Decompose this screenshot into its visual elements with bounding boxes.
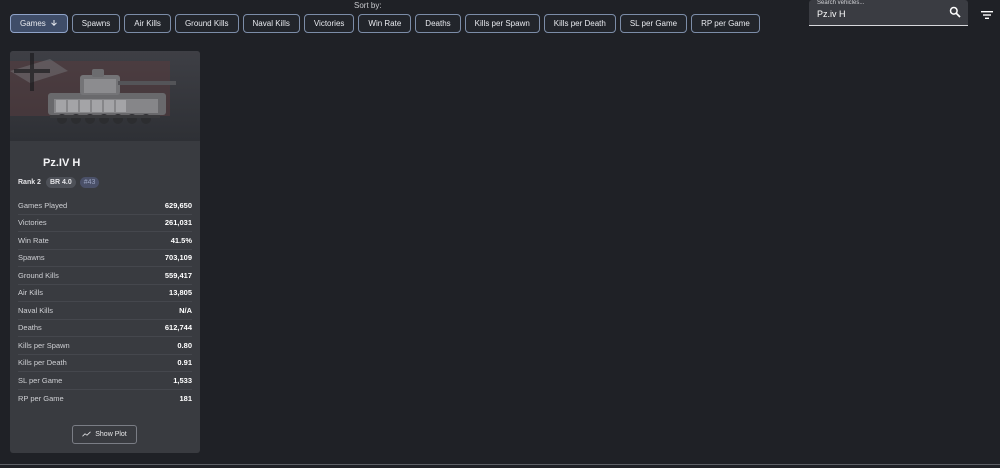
stat-value: 629,650 [164, 200, 192, 210]
sort-chip-label: Kills per Spawn [474, 19, 530, 28]
stat-value: 0.80 [177, 340, 192, 350]
stat-row-win-rate: Win Rate 41.5% [18, 232, 192, 250]
sort-chip-kills-per-spawn[interactable]: Kills per Spawn [464, 14, 540, 33]
show-plot-label: Show Plot [95, 431, 127, 438]
sort-chip-label: Kills per Death [553, 19, 606, 28]
bottom-divider [0, 464, 1000, 465]
stat-label: Kills per Spawn [18, 340, 70, 350]
sort-chip-win-rate[interactable]: Win Rate [358, 14, 412, 33]
vehicle-image [10, 51, 200, 141]
filter-icon[interactable] [980, 8, 994, 20]
stat-value: 703,109 [164, 253, 192, 263]
stat-value: 181 [179, 393, 192, 403]
search-icon[interactable] [949, 5, 961, 18]
stat-label: Deaths [18, 323, 42, 333]
sort-chip-deaths[interactable]: Deaths [415, 14, 461, 33]
vehicle-card: Pz.IV H Rank 2 BR 4.0 #43 Games Played 62… [10, 51, 200, 453]
stat-label: Spawns [18, 253, 45, 263]
sort-chip-ground-kills[interactable]: Ground Kills [174, 14, 239, 33]
stat-label: Air Kills [18, 288, 44, 298]
show-plot-button[interactable]: Show Plot [72, 425, 137, 444]
stat-row-rp-per-game: RP per Game 181 [18, 390, 192, 408]
stat-value: 41.5% [170, 235, 192, 245]
stat-label: Victories [18, 218, 47, 228]
sort-chip-label: Victories [313, 19, 345, 28]
sort-label: Sort by: [354, 1, 382, 10]
stat-value: 559,417 [164, 270, 192, 280]
stat-value: 612,744 [164, 323, 192, 333]
stat-value: 13,805 [169, 288, 192, 298]
stat-row-air-kills: Air Kills 13,805 [18, 285, 192, 302]
sort-chip-sl-per-game[interactable]: SL per Game [619, 14, 688, 33]
stat-row-games-played: Games Played 629,650 [18, 197, 192, 215]
sort-chip-label: Air Kills [134, 19, 161, 28]
stat-value: N/A [179, 305, 192, 315]
stat-value: 0.91 [177, 358, 192, 368]
sort-chip-victories[interactable]: Victories [303, 14, 355, 33]
trending-line-icon [82, 430, 92, 439]
sort-chip-air-kills[interactable]: Air Kills [124, 14, 171, 33]
arrow-down-icon [50, 19, 58, 29]
sort-chip-label: Naval Kills [252, 19, 290, 28]
stat-row-kills-per-death: Kills per Death 0.91 [18, 355, 192, 372]
sort-chip-naval-kills[interactable]: Naval Kills [242, 14, 300, 33]
sort-chip-label: Deaths [425, 19, 451, 28]
stats-list: Games Played 629,650 Victories 261,031 Win… [18, 197, 192, 407]
stat-label: Kills per Death [18, 358, 67, 368]
sort-chip-label: RP per Game [701, 19, 750, 28]
sort-chip-label: Win Rate [368, 19, 402, 28]
stat-row-ground-kills: Ground Kills 559,417 [18, 267, 192, 285]
sort-chip-spawns[interactable]: Spawns [71, 14, 121, 33]
stat-label: Ground Kills [18, 270, 59, 280]
search-field[interactable]: Search vehicles... [809, 0, 968, 26]
sort-chip-label: Games [20, 19, 46, 28]
stat-label: Games Played [18, 200, 68, 210]
search-input[interactable] [817, 9, 937, 19]
sort-chip-kills-per-death[interactable]: Kills per Death [543, 14, 616, 33]
rank-label: Rank 2 [18, 179, 41, 186]
stat-value: 1,533 [173, 375, 192, 385]
stat-label: SL per Game [18, 375, 63, 385]
stat-value: 261,031 [164, 218, 192, 228]
br-badge: BR 4.0 [45, 177, 76, 188]
stat-row-deaths: Deaths 612,744 [18, 320, 192, 337]
sort-chip-label: Spawns [81, 19, 111, 28]
sort-chip-rp-per-game[interactable]: RP per Game [691, 14, 760, 33]
sort-chip-label: Ground Kills [184, 19, 229, 28]
stat-row-sl-per-game: SL per Game 1,533 [18, 372, 192, 390]
vehicle-name: Pz.IV H [43, 157, 81, 169]
stat-row-victories: Victories 261,031 [18, 215, 192, 232]
stat-label: Win Rate [18, 235, 49, 245]
stat-row-kills-per-spawn: Kills per Spawn 0.80 [18, 337, 192, 355]
sort-chip-games[interactable]: Games [10, 14, 68, 33]
stat-label: Naval Kills [18, 305, 54, 315]
vehicle-badges: Rank 2 BR 4.0 #43 [18, 177, 100, 188]
sort-chip-label: SL per Game [629, 19, 678, 28]
position-badge: #43 [79, 177, 100, 188]
stat-row-spawns: Spawns 703,109 [18, 250, 192, 267]
search-label: Search vehicles... [817, 0, 865, 6]
stat-label: RP per Game [18, 393, 64, 403]
stat-row-naval-kills: Naval Kills N/A [18, 302, 192, 320]
sort-options: Games Spawns Air Kills Ground Kills Nava… [10, 14, 760, 33]
